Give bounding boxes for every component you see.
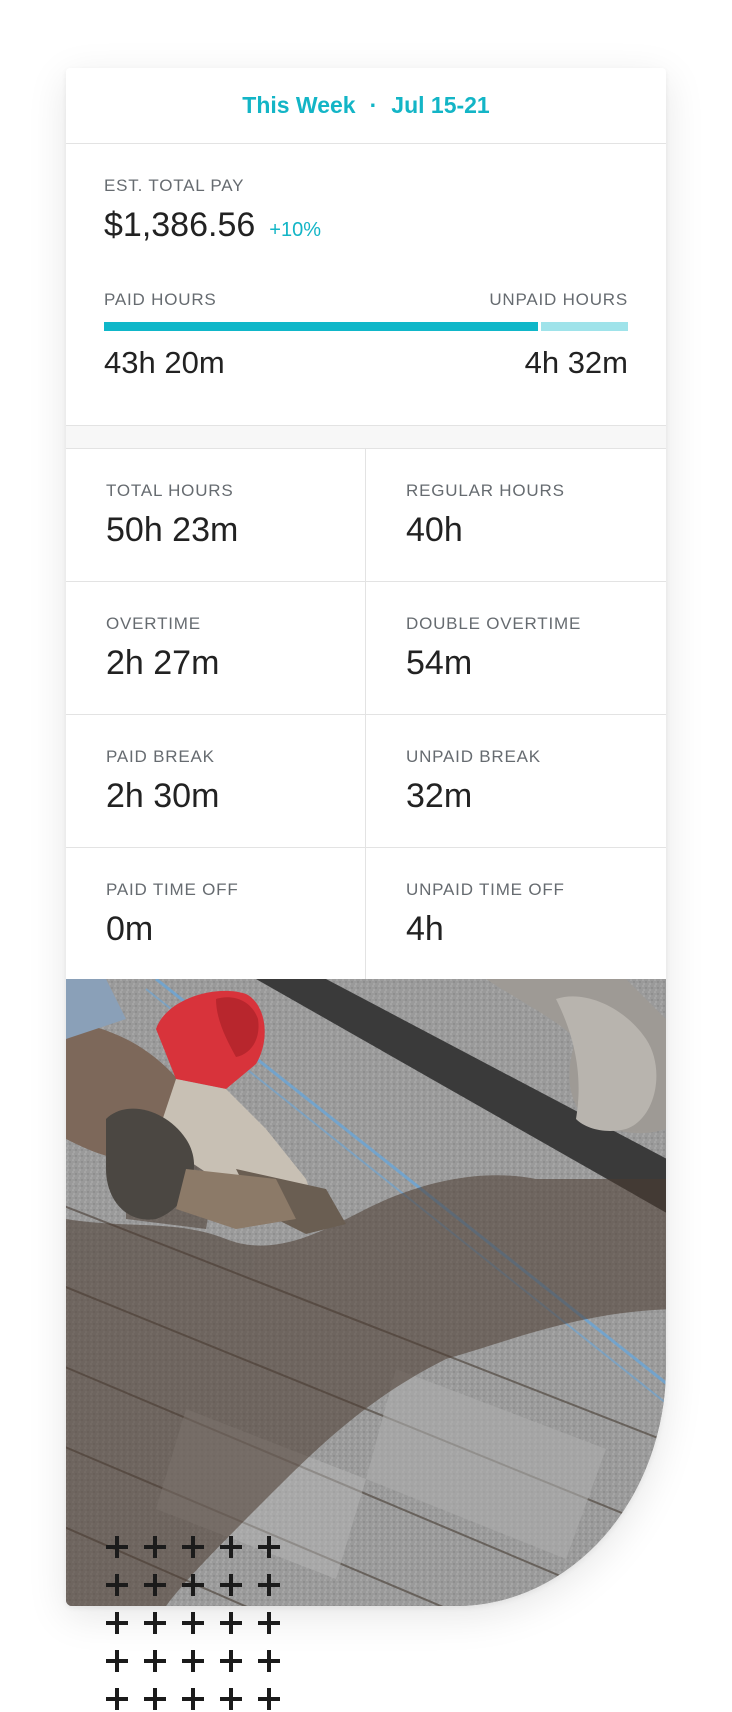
- separator-dot: ·: [369, 92, 378, 118]
- plus-icon: [220, 1650, 242, 1672]
- plus-icon: [220, 1688, 242, 1710]
- stat-label: PAID BREAK: [106, 747, 215, 766]
- hours-breakdown-grid: TOTAL HOURS 50h 23m REGULAR HOURS 40h OV…: [66, 449, 666, 981]
- unpaid-hours-label: UNPAID HOURS: [489, 290, 628, 309]
- plus-icon: [182, 1612, 204, 1634]
- stat-label: OVERTIME: [106, 614, 201, 633]
- period-label: This Week: [242, 92, 356, 118]
- plus-icon: [220, 1612, 242, 1634]
- est-total-pay-label: EST. TOTAL PAY: [104, 176, 245, 195]
- plus-icon: [106, 1612, 128, 1634]
- stat-value: 0m: [106, 910, 154, 948]
- plus-icon: [182, 1688, 204, 1710]
- plus-icon: [258, 1688, 280, 1710]
- stat-regular-hours: REGULAR HOURS 40h: [366, 449, 666, 582]
- stat-double-overtime: DOUBLE OVERTIME 54m: [366, 582, 666, 715]
- roofer-photo: [66, 979, 666, 1606]
- est-total-pay-amount: $1,386.56: [104, 206, 256, 244]
- stat-paid-break: PAID BREAK 2h 30m: [66, 715, 366, 848]
- bar-divider: [537, 322, 541, 331]
- pay-section: EST. TOTAL PAY $1,386.56 +10% PAID HOURS…: [66, 144, 666, 426]
- stat-total-hours: TOTAL HOURS 50h 23m: [66, 449, 366, 582]
- plus-icon: [144, 1688, 166, 1710]
- stat-label: DOUBLE OVERTIME: [406, 614, 582, 633]
- unpaid-hours-value: 4h 32m: [524, 345, 628, 380]
- plus-icon: [144, 1612, 166, 1634]
- stat-label: TOTAL HOURS: [106, 481, 234, 500]
- plus-icon: [220, 1536, 242, 1558]
- plus-icon: [258, 1536, 280, 1558]
- paid-hours-bar-fill: [104, 322, 539, 331]
- pay-change-badge: +10%: [269, 219, 321, 241]
- plus-icon: [258, 1612, 280, 1634]
- section-divider: [66, 426, 666, 449]
- stat-overtime: OVERTIME 2h 27m: [66, 582, 366, 715]
- paid-unpaid-progress-bar: [104, 322, 628, 331]
- plus-icon: [106, 1536, 128, 1558]
- date-range: Jul 15-21: [391, 92, 490, 118]
- stat-unpaid-break: UNPAID BREAK 32m: [366, 715, 666, 848]
- plus-icon: [258, 1650, 280, 1672]
- week-selector[interactable]: This Week · Jul 15-21: [66, 68, 666, 144]
- stat-value: 32m: [406, 777, 473, 815]
- stat-label: UNPAID BREAK: [406, 747, 541, 766]
- paid-hours-value: 43h 20m: [104, 345, 225, 380]
- plus-icon: [144, 1574, 166, 1596]
- plus-icon: [106, 1574, 128, 1596]
- stat-value: 54m: [406, 644, 473, 682]
- plus-icon: [106, 1688, 128, 1710]
- paid-hours-label: PAID HOURS: [104, 290, 217, 309]
- stat-value: 40h: [406, 511, 463, 549]
- plus-icon: [144, 1650, 166, 1672]
- stat-label: UNPAID TIME OFF: [406, 880, 565, 899]
- plus-icon: [144, 1536, 166, 1558]
- stat-value: 4h: [406, 910, 444, 948]
- stat-value: 2h 27m: [106, 644, 220, 682]
- plus-icon: [182, 1650, 204, 1672]
- plus-icon: [258, 1574, 280, 1596]
- stat-value: 2h 30m: [106, 777, 220, 815]
- stat-label: REGULAR HOURS: [406, 481, 565, 500]
- stat-value: 50h 23m: [106, 511, 239, 549]
- timesheet-summary-card: This Week · Jul 15-21 EST. TOTAL PAY $1,…: [66, 68, 666, 1606]
- stat-label: PAID TIME OFF: [106, 880, 239, 899]
- page: This Week · Jul 15-21 EST. TOTAL PAY $1,…: [0, 0, 732, 1712]
- plus-icon: [106, 1650, 128, 1672]
- stat-unpaid-time-off: UNPAID TIME OFF 4h: [366, 848, 666, 981]
- plus-icon: [182, 1574, 204, 1596]
- stat-paid-time-off: PAID TIME OFF 0m: [66, 848, 366, 981]
- plus-icon: [182, 1536, 204, 1558]
- plus-icon: [220, 1574, 242, 1596]
